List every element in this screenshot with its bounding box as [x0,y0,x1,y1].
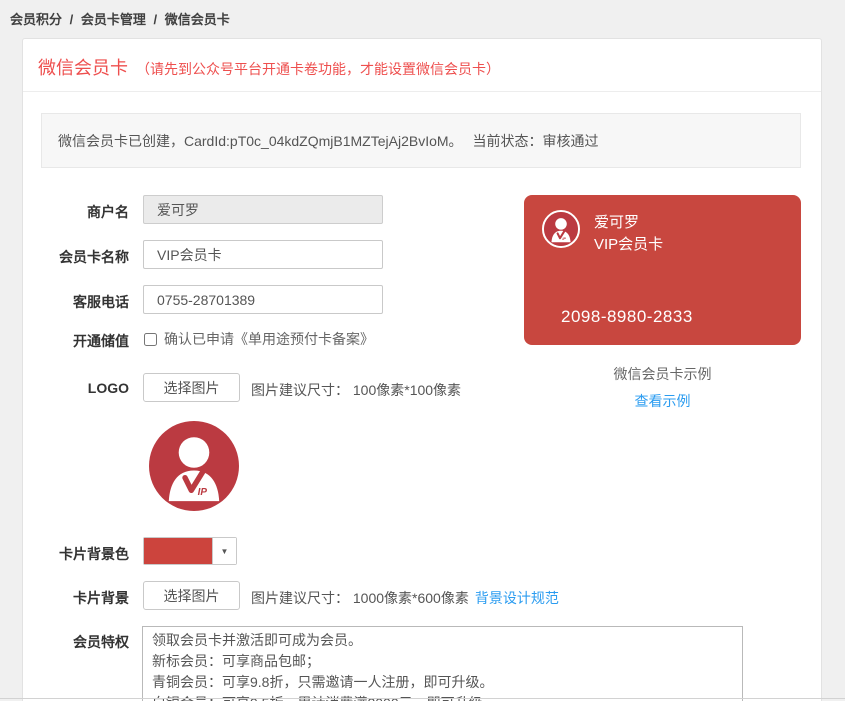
color-swatch-red[interactable] [144,538,212,564]
service-phone-input[interactable] [143,285,383,314]
vip-person-icon: IP [149,421,239,511]
view-example-link[interactable]: 查看示例 [524,391,801,411]
bg-size-hint: 图片建议尺寸： 1000像素*600像素背景设计规范 [251,588,559,608]
content-panel: 微信会员卡 （请先到公众号平台开通卡卷功能，才能设置微信会员卡） 微信会员卡已创建… [22,38,822,701]
merchant-name-input[interactable] [143,195,383,224]
card-name-input[interactable] [143,240,383,269]
breadcrumb: 会员积分 / 会员卡管理 / 微信会员卡 [10,9,230,28]
card-example-caption: 微信会员卡示例 [524,364,801,384]
logo-choose-image-button[interactable]: 选择图片 [143,373,240,402]
stored-value-checkbox[interactable] [144,333,157,346]
wechat-member-card-page: 会员积分 / 会员卡管理 / 微信会员卡 微信会员卡 （请先到公众号平台开通卡卷功… [0,0,845,701]
vip-person-icon: IP [544,212,578,246]
page-title-note: （请先到公众号平台开通卡卷功能，才能设置微信会员卡） [136,61,500,77]
stored-value-checkbox-text: 确认已申请《单用途预付卡备案》 [164,329,374,349]
svg-text:IP: IP [198,487,208,498]
card-number: 2098-8980-2833 [561,307,693,327]
merchant-name-label: 商户名 [23,202,129,222]
card-avatar: IP [542,210,580,248]
breadcrumb-separator: / [154,12,158,27]
bg-design-spec-link[interactable]: 背景设计规范 [475,590,559,606]
bg-choose-image-button[interactable]: 选择图片 [143,581,240,610]
card-merchant-name: 爱可罗 [594,212,663,234]
bg-size-hint-text: 图片建议尺寸： 1000像素*600像素 [251,590,469,606]
privileges-label: 会员特权 [23,632,129,652]
card-name-label: 会员卡名称 [23,247,129,267]
breadcrumb-card-management[interactable]: 会员卡管理 [81,12,146,27]
service-phone-label: 客服电话 [23,292,129,312]
member-card-preview: IP 爱可罗 VIP会员卡 2098-8980-2833 [524,195,801,345]
logo-size-hint: 图片建议尺寸： 100像素*100像素 [251,380,461,400]
page-title: 微信会员卡 [38,58,128,78]
card-name: VIP会员卡 [594,234,663,256]
viewport-bottom-edge [0,698,845,699]
panel-header: 微信会员卡 （请先到公众号平台开通卡卷功能，才能设置微信会员卡） [23,39,821,92]
svg-text:IP: IP [562,237,566,241]
breadcrumb-separator: / [70,12,74,27]
privileges-textarea[interactable]: 领取会员卡并激活即可成为会员。 新标会员：可享商品包邮； 青铜会员：可享9.8折… [142,626,743,701]
notice-message: 微信会员卡已创建，CardId:pT0c_04kdZQmjB1MZTejAj2B… [58,131,463,151]
stored-value-label: 开通储值 [23,331,129,351]
card-bg-color-dropdown[interactable]: ▼ [143,537,237,565]
logo-label: LOGO [23,380,129,396]
card-bg-color-label: 卡片背景色 [23,544,129,564]
chevron-down-icon[interactable]: ▼ [212,538,236,564]
card-status-notice: 微信会员卡已创建，CardId:pT0c_04kdZQmjB1MZTejAj2B… [41,113,801,168]
stored-value-row: 确认已申请《单用途预付卡备案》 [143,329,374,349]
logo-preview-image: IP [149,421,239,511]
breadcrumb-wechat-card[interactable]: 微信会员卡 [165,12,230,27]
breadcrumb-member-points[interactable]: 会员积分 [10,12,62,27]
card-bg-image-label: 卡片背景 [23,588,129,608]
notice-status: 当前状态：审核通过 [473,131,599,151]
card-title-block: 爱可罗 VIP会员卡 [594,212,663,256]
